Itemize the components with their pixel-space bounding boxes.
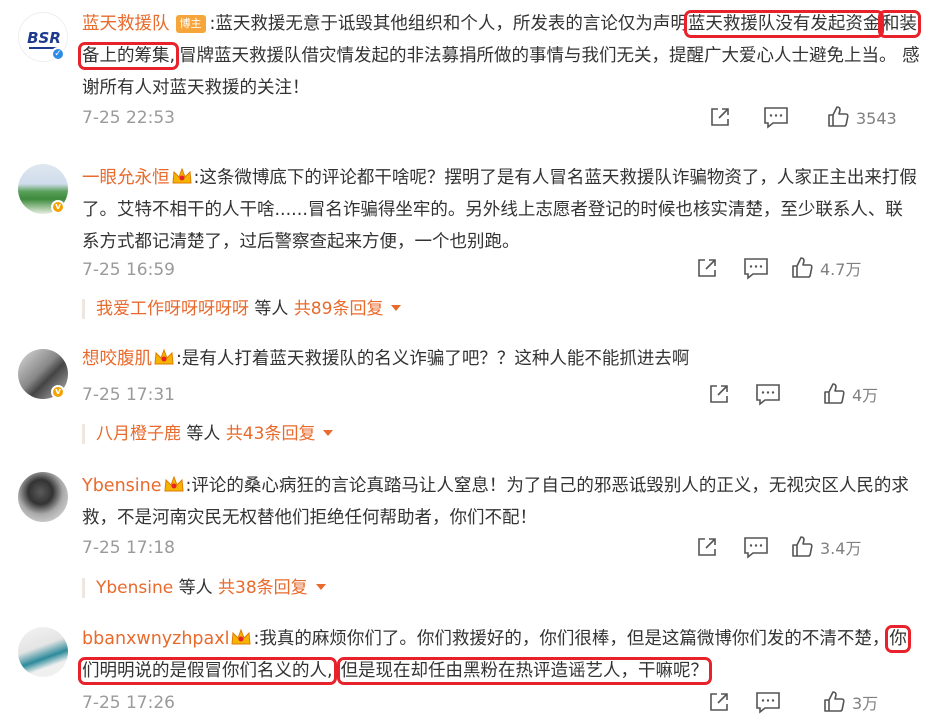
comment-button[interactable]: [763, 105, 789, 133]
chevron-down-icon: [315, 584, 326, 590]
share-button[interactable]: [695, 256, 719, 284]
comment-body: 想咬腹肌 :是有人打着蓝天救援队的名义诈骗了吧？？这种人能不能抓进去啊: [82, 343, 920, 375]
username[interactable]: 一眼允永恒: [82, 168, 170, 188]
like-icon: [792, 257, 813, 278]
username[interactable]: 想咬腹肌: [82, 349, 152, 369]
comment-button[interactable]: [755, 690, 781, 718]
share-icon: [711, 108, 729, 126]
like-icon: [824, 383, 845, 404]
comment-text: :我真的麻烦你们了。你们救援好的，你们很棒，但是这篇微博你们发的不清不楚，: [253, 629, 890, 649]
like-count: 3543: [856, 109, 897, 128]
crown-icon: [163, 475, 184, 492]
like-icon: [792, 536, 813, 557]
reply-user[interactable]: Ybensine: [96, 578, 173, 598]
like-count: 3.4万: [820, 539, 862, 558]
comment-body: 蓝天救援队 博主:蓝天救援无意于诋毁其他组织和个人，所发表的言论仅为声明蓝天救援队…: [78, 8, 921, 104]
comment-button[interactable]: [743, 535, 769, 563]
verified-icon: ✓: [51, 47, 65, 61]
comment-text: 冒牌蓝天救援队借灾情发起的非法募捐所做的事情与我们无关，提醒广大爱心人士避免上当…: [82, 46, 920, 98]
share-icon: [710, 693, 728, 711]
like-count: 4.7万: [820, 260, 862, 279]
blogger-tag: 博主: [175, 15, 206, 33]
share-icon: [698, 259, 716, 277]
comment-item: v 想咬腹肌 :是有人打着蓝天救援队的名义诈骗了吧？？这种人能不能抓进去啊 7-2…: [0, 335, 950, 460]
replies-divider: [82, 299, 85, 319]
comment-text: :评论的桑心病狂的言论真踏马让人窒息！为了自己的邪恶诋毁别人的正义，无视灾区人民…: [82, 476, 909, 528]
share-button[interactable]: [707, 690, 731, 718]
replies-summary[interactable]: Ybensine 等人 共38条回复: [96, 576, 326, 600]
comment-button[interactable]: [743, 256, 769, 284]
reply-user[interactable]: 我爱工作呀呀呀呀呀: [96, 299, 249, 319]
comment-item: Ybensine:评论的桑心病狂的言论真踏马让人窒息！为了自己的邪恶诋毁别人的正…: [0, 460, 950, 615]
reply-count[interactable]: 共43条回复: [226, 424, 316, 444]
username[interactable]: Ybensine: [82, 476, 162, 496]
like-icon: [824, 691, 845, 712]
timestamp: 7-25 17:31: [82, 385, 175, 405]
replies-summary[interactable]: 我爱工作呀呀呀呀呀 等人 共89条回复: [96, 297, 402, 321]
action-bar: 4.7万: [695, 256, 935, 284]
reply-mid-text: 等人: [173, 578, 219, 598]
like-count: 3万: [852, 694, 879, 713]
comment-icon: [764, 107, 788, 129]
reply-mid-text: 等人: [181, 424, 226, 444]
chevron-down-icon: [323, 430, 334, 436]
comment-icon: [744, 258, 768, 280]
like-button[interactable]: 3万: [822, 690, 878, 718]
reply-count[interactable]: 共38条回复: [218, 578, 308, 598]
crown-icon: [171, 167, 192, 184]
like-button[interactable]: 4.7万: [790, 256, 861, 284]
replies-divider: [82, 424, 85, 444]
comment-body: Ybensine:评论的桑心病狂的言论真踏马让人窒息！为了自己的邪恶诋毁别人的正…: [82, 470, 920, 534]
share-button[interactable]: [695, 535, 719, 563]
comment-text: :是有人打着蓝天救援队的名义诈骗了吧？？这种人能不能抓进去啊: [176, 349, 690, 369]
crown-icon: [154, 348, 174, 365]
reply-user[interactable]: 八月橙子鹿: [96, 424, 181, 444]
crown-icon: [231, 628, 252, 645]
comment-button[interactable]: [755, 382, 781, 410]
highlighted-text: 蓝天救援队没有发起资金: [683, 10, 885, 38]
verified-icon: v: [51, 385, 65, 399]
username[interactable]: 蓝天救援队: [82, 14, 170, 34]
comment-icon: [756, 692, 780, 714]
reply-count[interactable]: 共89条回复: [294, 299, 384, 319]
like-count: 4万: [852, 386, 879, 405]
comment-body: 一眼允永恒:这条微博底下的评论都干啥呢？摆明了是有人冒名蓝天救援队诈骗物资了，人…: [82, 162, 920, 258]
verified-icon: v: [51, 200, 65, 214]
timestamp: 7-25 17:26: [82, 693, 175, 713]
comment-icon: [744, 537, 768, 559]
svg-text:BSR: BSR: [27, 29, 61, 47]
comment-item: BSR ✓ 蓝天救援队 博主:蓝天救援无意于诋毁其他组织和个人，所发表的言论仅为声…: [0, 0, 950, 150]
action-bar: 4万: [695, 382, 935, 410]
action-bar: 3.4万: [695, 535, 935, 563]
share-button[interactable]: [707, 382, 731, 410]
like-button[interactable]: 4万: [822, 382, 878, 410]
timestamp: 7-25 16:59: [82, 260, 175, 280]
timestamp: 7-25 22:53: [82, 108, 175, 128]
reply-mid-text: 等人: [249, 299, 294, 319]
avatar[interactable]: [18, 627, 68, 677]
comment-icon: [756, 384, 780, 406]
share-icon: [710, 385, 728, 403]
comment-item: bbanxwnyzhpaxl :我真的麻烦你们了。你们救援好的，你们很棒，但是这篇…: [0, 615, 950, 716]
highlighted-text: 但是现在却任由黑粉在热评造谣艺人，干嘛呢？: [336, 657, 713, 685]
comment-item: v 一眼允永恒:这条微博底下的评论都干啥呢？摆明了是有人冒名蓝天救援队诈骗物资了…: [0, 150, 950, 335]
share-icon: [698, 538, 716, 556]
like-icon: [828, 106, 849, 127]
timestamp: 7-25 17:18: [82, 538, 175, 558]
replies-summary[interactable]: 八月橙子鹿 等人 共43条回复: [96, 422, 334, 446]
comment-text: :蓝天救援无意于诋毁其他组织和个人，所发表的言论仅为声明: [209, 14, 688, 34]
comment-text: :这条微博底下的评论都干啥呢？摆明了是有人冒名蓝天救援队诈骗物资了，人家正主出来…: [82, 168, 917, 252]
replies-divider: [82, 578, 85, 598]
like-button[interactable]: 3.4万: [790, 535, 861, 563]
share-button[interactable]: [708, 105, 732, 133]
action-bar: 3543: [695, 105, 935, 133]
chevron-down-icon: [391, 305, 402, 311]
like-button[interactable]: 3543: [826, 105, 897, 133]
avatar[interactable]: [18, 472, 68, 522]
action-bar: 3万: [695, 690, 935, 718]
comment-body: bbanxwnyzhpaxl :我真的麻烦你们了。你们救援好的，你们很棒，但是这篇…: [78, 623, 920, 687]
username[interactable]: bbanxwnyzhpaxl: [82, 629, 229, 649]
